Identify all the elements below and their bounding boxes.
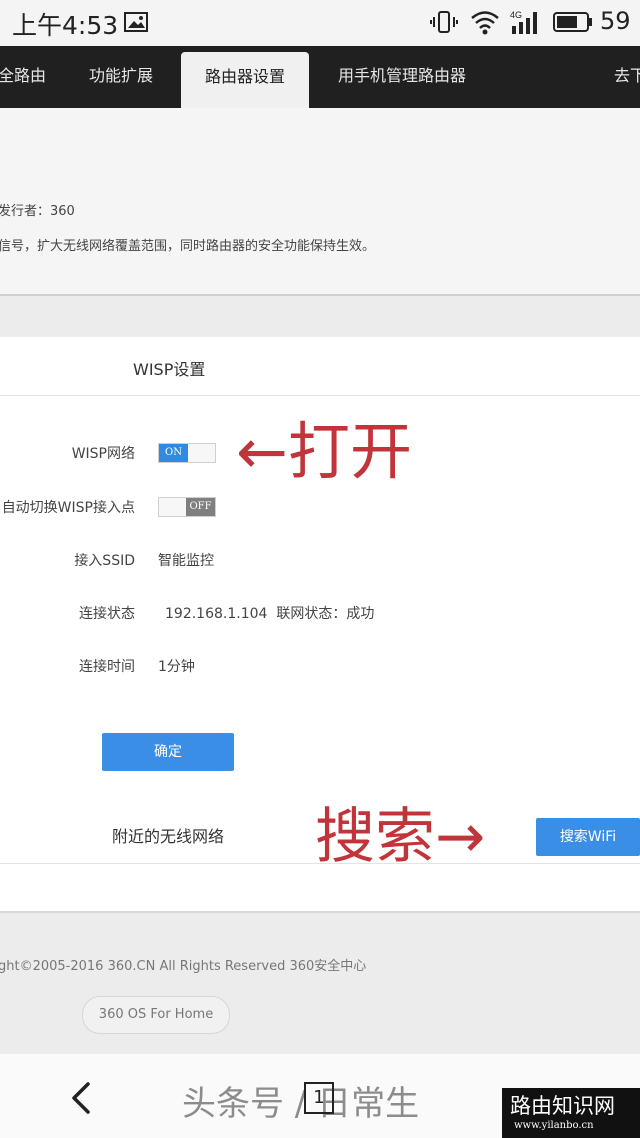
auto-switch-label: 自动切换WISP接入点 — [1, 500, 135, 516]
svg-text:4G: 4G — [510, 10, 522, 20]
tab-router[interactable]: 全路由 — [0, 46, 50, 108]
panel-header: WISP设置 — [0, 337, 640, 396]
confirm-button[interactable]: 确定 — [102, 733, 234, 771]
copyright-text: ght©2005-2016 360.CN All Rights Reserved… — [0, 959, 367, 974]
battery-icon — [553, 12, 592, 32]
plugin-info: 发行者：360 信号，扩大无线网络覆盖范围，同时路由器的安全功能保持生效。 — [0, 108, 640, 296]
tab-extensions[interactable]: 功能扩展 — [80, 46, 162, 108]
annotation-open: ←打开 — [236, 415, 412, 488]
badge-title: 路由知识网 — [510, 1094, 615, 1118]
annotation-search: 搜索→ — [315, 802, 486, 872]
site-watermark-badge: 路由知识网 www.yilanbo.cn — [502, 1088, 640, 1138]
vibrate-icon — [430, 11, 458, 33]
wisp-network-toggle[interactable]: ON — [158, 443, 216, 463]
connection-time-value: 1分钟 — [158, 659, 195, 675]
os-badge: 360 OS For Home — [82, 996, 230, 1034]
panel-title: WISP设置 — [133, 360, 206, 379]
status-time: 上午4:53 — [12, 11, 119, 40]
back-arrow-icon[interactable] — [66, 1080, 96, 1116]
badge-url: www.yilanbo.cn — [514, 1120, 594, 1131]
auto-switch-toggle[interactable]: OFF — [158, 497, 216, 517]
toggle-on-label: ON — [159, 444, 188, 462]
connection-status-label: 连接状态 — [79, 606, 135, 622]
search-wifi-button[interactable]: 搜索WiFi — [536, 818, 640, 856]
tab-more[interactable]: 去下 — [614, 46, 640, 108]
recents-icon[interactable]: 1 — [304, 1082, 334, 1114]
toutiao-watermark: 头条号 / 日常生 — [182, 1084, 420, 1124]
4g-signal-icon: 4G — [510, 10, 537, 34]
status-bar: 上午4:53 4G 59 — [0, 0, 640, 46]
ssid-value: 智能监控 — [158, 553, 214, 569]
connection-status-value: 192.168.1.104 联网状态：成功 — [165, 606, 375, 622]
nearby-networks-title: 附近的无线网络 — [112, 827, 225, 846]
tab-router-settings[interactable]: 路由器设置 — [181, 52, 309, 108]
nav-tabs: 全路由 功能扩展 路由器设置 用手机管理路由器 去下 — [0, 46, 640, 108]
image-icon — [124, 12, 148, 32]
description-text: 信号，扩大无线网络覆盖范围，同时路由器的安全功能保持生效。 — [0, 239, 376, 254]
battery-level: 59 — [600, 7, 631, 35]
connection-time-label: 连接时间 — [79, 659, 135, 675]
publisher-text: 发行者：360 — [0, 204, 75, 219]
toggle-off-label: OFF — [186, 498, 215, 516]
ssid-label: 接入SSID — [74, 553, 135, 569]
wifi-icon — [471, 11, 499, 35]
tab-mobile-manage[interactable]: 用手机管理路由器 — [330, 46, 474, 108]
wisp-network-label: WISP网络 — [71, 446, 135, 462]
